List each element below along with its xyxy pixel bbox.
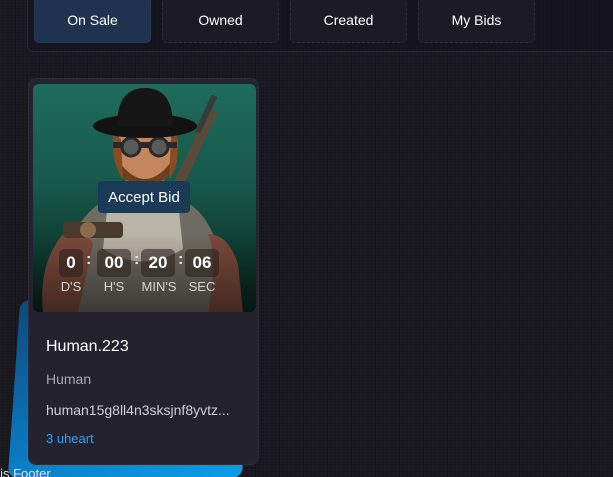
countdown-hours-label: H'S	[103, 279, 125, 294]
nft-name: Human.223	[46, 338, 129, 355]
countdown-days: 0	[59, 249, 83, 277]
tab-on-sale-label: On Sale	[67, 12, 118, 28]
nft-price-link[interactable]: 3 uheart	[46, 431, 94, 446]
countdown-seconds: 06	[185, 249, 219, 277]
countdown-timer: 0 : 00 : 20 : 06 D'S H'S MIN'S SEC	[55, 246, 235, 306]
nft-type: Human	[46, 371, 92, 387]
tab-my-bids-label: My Bids	[451, 12, 502, 28]
accept-bid-button[interactable]: Accept Bid	[98, 181, 190, 213]
countdown-separator: :	[178, 251, 184, 268]
tab-on-sale[interactable]: On Sale	[34, 0, 151, 43]
nft-card[interactable]: Accept Bid 0 : 00 : 20 : 06 D'S H'S MIN'…	[28, 78, 259, 465]
nft-image: Accept Bid 0 : 00 : 20 : 06 D'S H'S MIN'…	[33, 84, 256, 312]
footer-text: s is Footer	[0, 466, 51, 477]
countdown-minutes: 20	[141, 249, 175, 277]
accept-bid-label: Accept Bid	[108, 188, 180, 206]
countdown-seconds-label: SEC	[188, 279, 216, 294]
tab-created[interactable]: Created	[290, 0, 407, 43]
countdown-separator: :	[86, 251, 92, 268]
owner-address: human15g8ll4n3sksjnf8yvtz...	[46, 402, 230, 418]
tab-owned[interactable]: Owned	[162, 0, 279, 43]
tab-owned-label: Owned	[198, 12, 243, 28]
countdown-hours: 00	[97, 249, 131, 277]
countdown-separator: :	[134, 251, 140, 268]
countdown-days-label: D'S	[60, 279, 82, 294]
tab-created-label: Created	[323, 12, 374, 28]
tab-my-bids[interactable]: My Bids	[418, 0, 535, 43]
tab-bar: On Sale Owned Created My Bids	[27, 0, 613, 52]
countdown-minutes-label: MIN'S	[141, 279, 177, 294]
